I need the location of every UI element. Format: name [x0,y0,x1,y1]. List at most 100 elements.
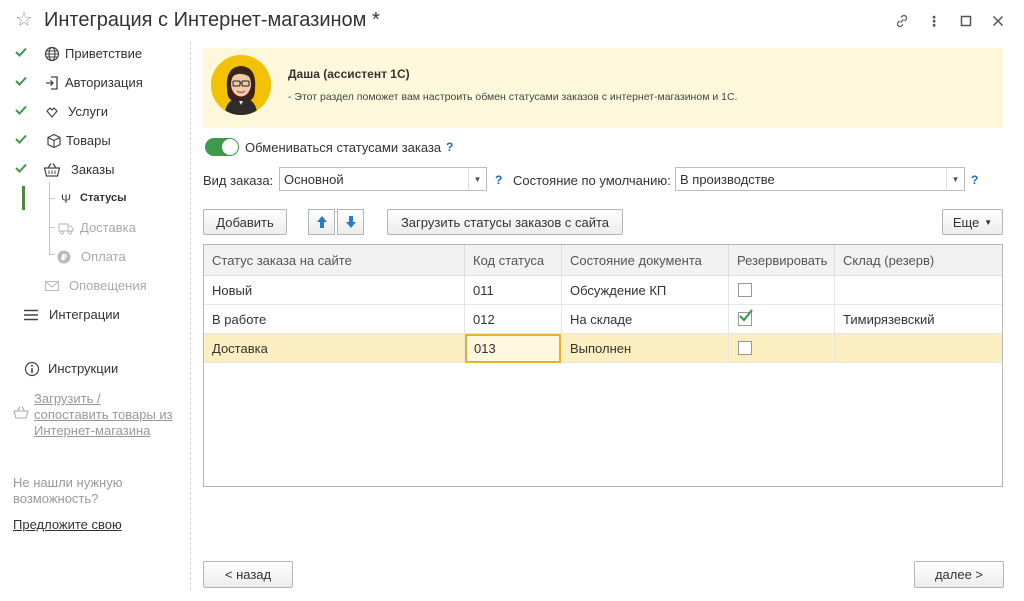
order-type-label: Вид заказа: [203,173,274,188]
warehouse-cell[interactable] [835,276,1002,305]
sidebar-item-label: Интеграции [49,307,120,322]
load-goods-link-line: Загрузить / [34,391,101,406]
state-cell[interactable]: Обсуждение КП [562,276,729,305]
code-cell[interactable]: 012 [465,305,562,334]
sidebar-item-label: Услуги [68,104,108,119]
table-row[interactable]: Новый 011 Обсуждение КП [204,276,1002,305]
more-button[interactable]: Еще ▼ [942,209,1003,235]
checkmark-icon [739,309,753,322]
window-controls: ⋮ [886,10,1014,32]
envelope-icon [43,277,61,295]
info-icon [23,360,41,378]
help-icon[interactable]: ? [971,173,978,187]
reserve-checkbox[interactable] [738,309,753,326]
title-bar: ☆ Интеграция с Интернет-магазином * ⋮ [0,0,1024,42]
warehouse-cell[interactable] [835,334,1002,363]
hint-text-line: возможность? [13,491,99,506]
move-up-button[interactable] [308,209,335,235]
load-goods-link-line: сопоставить товары из [34,407,173,422]
state-cell[interactable]: На складе [562,305,729,334]
basket-icon [43,161,61,179]
assistant-name: Даша (ассистент 1С) [288,67,410,81]
hint-text: Не нашли нужную возможность? [13,475,122,507]
default-state-select[interactable]: В производстве ▼ [675,167,965,191]
tree-connector [49,182,50,254]
sidebar-item-label: Статусы [80,192,127,204]
sidebar-item-label: Заказы [71,162,115,177]
more-label: Еще [952,214,980,230]
sidebar-item-label: Доставка [80,220,136,235]
sidebar-item-label: Товары [66,133,111,148]
column-header[interactable]: Состояние документа [562,245,729,276]
move-down-button[interactable] [337,209,364,235]
help-icon[interactable]: ? [446,140,453,154]
reserve-cell [729,276,835,305]
exchange-statuses-label: Обмениваться статусами заказа [245,140,442,155]
table-header: Статус заказа на сайте Код статуса Состо… [204,245,1002,276]
payment-icon: ₽ [55,248,73,266]
suggest-link[interactable]: Предложите свою [13,517,122,532]
column-header[interactable]: Статус заказа на сайте [204,245,465,276]
load-statuses-button[interactable]: Загрузить статусы заказов с сайта [387,209,623,235]
statuses-table: Статус заказа на сайте Код статуса Состо… [203,244,1003,487]
arrow-down-icon [345,216,356,228]
chevron-down-icon: ▼ [984,217,993,227]
tree-connector [49,227,55,228]
column-header[interactable]: Резервировать [729,245,835,276]
assistant-message: - Этот раздел поможет вам настроить обме… [288,91,738,103]
exchange-statuses-toggle[interactable] [205,138,239,156]
help-icon[interactable]: ? [495,173,502,187]
add-button[interactable]: Добавить [203,209,287,235]
status-cell[interactable]: В работе [204,305,465,334]
reserve-cell [729,334,835,363]
check-icon [15,163,27,173]
table-row[interactable]: В работе 012 На складе Тимирязевский [204,305,1002,334]
code-cell-active[interactable]: 013 [465,334,561,363]
truck-icon [57,219,75,237]
chevron-down-icon[interactable]: ▼ [468,168,486,190]
default-state-label: Состояние по умолчанию: [513,173,671,188]
sidebar-item-label: Оповещения [69,278,147,293]
login-icon [43,74,61,92]
load-goods-link[interactable]: Загрузить / сопоставить товары из Интерн… [34,391,173,439]
chevron-down-icon[interactable]: ▼ [946,168,964,190]
active-step-indicator [22,186,25,210]
status-cell[interactable]: Доставка [204,334,465,363]
instructions-label: Инструкции [48,361,119,376]
state-cell[interactable]: Выполнен [562,334,729,363]
arrow-up-icon [316,216,327,228]
globe-icon [43,45,61,63]
load-goods-link-line: Интернет-магазина [34,423,151,438]
more-options-icon[interactable]: ⋮ [918,10,950,32]
default-state-value: В производстве [680,172,775,187]
column-header[interactable]: Код статуса [465,245,562,276]
hint-text-line: Не нашли нужную [13,475,123,490]
close-icon[interactable] [982,10,1014,32]
back-button[interactable]: < назад [203,561,293,588]
code-cell[interactable]: 011 [465,276,562,305]
svg-text:₽: ₽ [61,254,67,264]
maximize-icon[interactable] [950,10,982,32]
order-type-value: Основной [284,172,344,187]
assistant-avatar [211,55,271,115]
basket-upload-icon [12,403,30,421]
link-icon[interactable] [886,10,918,32]
warehouse-cell[interactable]: Тимирязевский [835,305,1002,334]
reserve-checkbox[interactable] [738,283,752,297]
menu-icon [22,306,40,324]
favorite-star-icon[interactable]: ☆ [15,10,33,30]
reserve-cell [729,305,835,334]
tree-connector [49,198,55,199]
table-row-selected[interactable]: Доставка 013 Выполнен [204,334,1002,363]
status-icon: Ψ [60,192,72,206]
sidebar-divider [190,42,191,590]
next-button[interactable]: далее > [914,561,1004,588]
status-cell[interactable]: Новый [204,276,465,305]
assistant-banner: Даша (ассистент 1С) - Этот раздел поможе… [203,48,1003,128]
check-icon [15,47,27,57]
check-icon [15,105,27,115]
order-type-select[interactable]: Основной ▼ [279,167,487,191]
column-header[interactable]: Склад (резерв) [835,245,1002,276]
sidebar-item-label: Авторизация [65,75,143,90]
reserve-checkbox[interactable] [738,341,752,355]
